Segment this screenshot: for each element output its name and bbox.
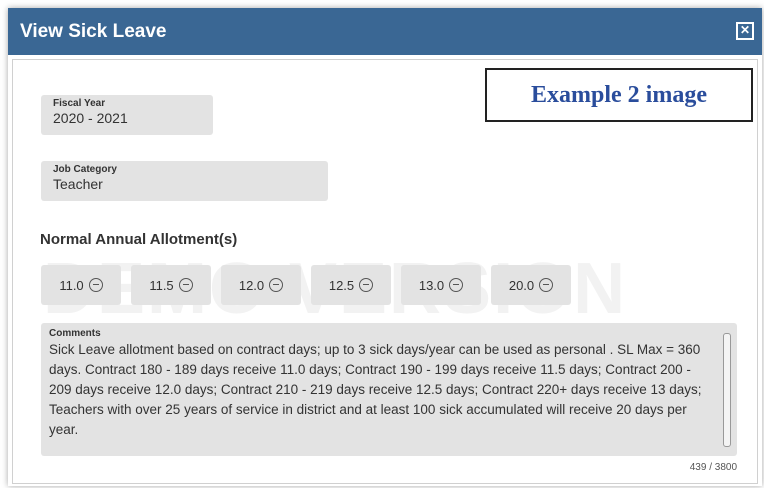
remove-circle-icon[interactable] [178,278,193,292]
allotment-chip[interactable]: 11.0 [41,265,121,305]
dialog-titlebar: View Sick Leave ✕ [8,8,762,55]
comments-scrollbar[interactable] [723,333,731,447]
allotment-chip[interactable]: 20.0 [491,265,571,305]
dialog-title: View Sick Leave [20,21,167,42]
character-counter: 439 / 3800 [689,462,737,473]
comments-text: Sick Leave allotment based on contract d… [49,342,702,437]
remove-circle-icon[interactable] [88,278,103,292]
dialog-body: DEMO VERSION Example 2 image Fiscal Year… [12,59,758,484]
fiscal-year-label: Fiscal Year [53,98,106,109]
comments-field[interactable]: Comments Sick Leave allotment based on c… [41,323,737,456]
allotment-value: 20.0 [508,277,535,293]
allotment-value: 12.0 [238,277,265,293]
allotment-chip[interactable]: 11.5 [131,265,211,305]
remove-circle-icon[interactable] [449,278,464,292]
allotment-chip[interactable]: 12.5 [311,265,391,305]
comments-label: Comments [49,328,101,339]
remove-circle-icon[interactable] [269,278,284,292]
allotment-value: 13.0 [418,277,445,293]
allotment-value: 11.0 [59,277,84,293]
remove-circle-icon[interactable] [539,278,554,292]
allotments-title: Normal Annual Allotment(s) [40,231,238,248]
fiscal-year-value: 2020 - 2021 [53,110,128,126]
job-category-value: Teacher [53,176,103,192]
allotment-chip[interactable]: 13.0 [401,265,481,305]
example-label: Example 2 image [485,68,753,122]
close-icon[interactable]: ✕ [736,22,754,40]
job-category-field: Job Category Teacher [41,161,328,201]
allotment-value: 11.5 [149,277,174,293]
allotment-chip[interactable]: 12.0 [221,265,301,305]
view-sick-leave-dialog: View Sick Leave ✕ DEMO VERSION Example 2… [8,8,762,486]
remove-circle-icon[interactable] [359,278,374,292]
fiscal-year-field: Fiscal Year 2020 - 2021 [41,95,213,135]
job-category-label: Job Category [53,164,117,175]
allotment-value: 12.5 [328,277,355,293]
